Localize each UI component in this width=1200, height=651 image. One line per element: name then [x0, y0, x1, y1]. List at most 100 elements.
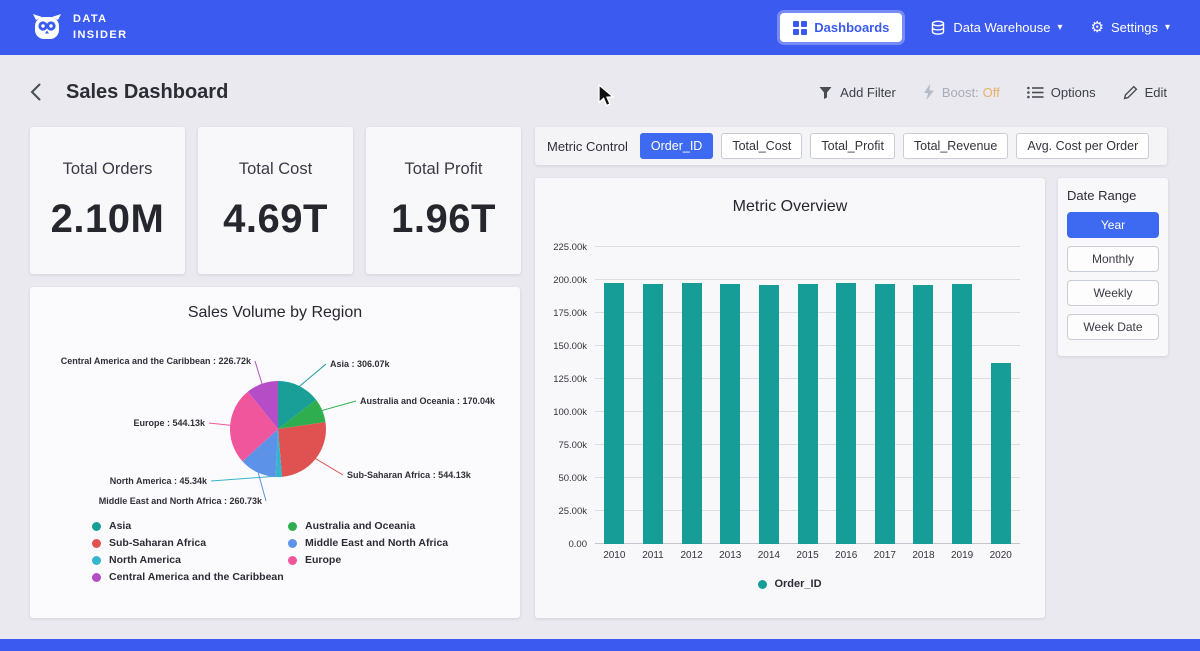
bar-slot [595, 247, 634, 544]
bar-chart-title: Metric Overview [535, 178, 1045, 216]
bar-slot [904, 247, 943, 544]
y-tick-label: 175.00k [537, 308, 587, 319]
boost-state: Off [983, 85, 1000, 100]
edit-button[interactable]: Edit [1123, 85, 1167, 100]
legend-dot [92, 556, 101, 565]
legend-dot [288, 522, 297, 531]
kpi-value: 2.10M [51, 197, 165, 242]
bar-chart-x-axis: 2010201120122013201420152016201720182019… [595, 550, 1020, 561]
kpi-card-total-profit: Total Profit 1.96T [366, 127, 521, 274]
legend-dot [288, 556, 297, 565]
metric-option-avg-cost-per-order[interactable]: Avg. Cost per Order [1016, 133, 1149, 159]
legend-dot [288, 539, 297, 548]
date-range-option-year[interactable]: Year [1067, 212, 1159, 238]
data-warehouse-label: Data Warehouse [953, 20, 1050, 35]
pie-legend-column: AsiaSub-Saharan AfricaNorth AmericaCentr… [92, 520, 288, 583]
pie-label-line [315, 458, 343, 475]
pie-chart-legend: AsiaSub-Saharan AfricaNorth AmericaCentr… [30, 520, 520, 583]
bar-2015[interactable] [798, 284, 818, 544]
date-range-option-week-date[interactable]: Week Date [1067, 314, 1159, 340]
options-button[interactable]: Options [1027, 85, 1096, 100]
legend-item-sub-saharan-africa: Sub-Saharan Africa [92, 537, 288, 549]
pie-slice-label: Australia and Oceania : 170.04k [360, 396, 496, 406]
bar-2013[interactable] [720, 284, 740, 544]
bar-2020[interactable] [991, 363, 1011, 544]
bar-slot [865, 247, 904, 544]
bar-2010[interactable] [604, 283, 624, 544]
gear-icon: ⚙ [1091, 20, 1104, 35]
bar-2011[interactable] [643, 284, 663, 544]
logo: DATA INSIDER [30, 12, 127, 44]
pie-slice-label: Europe : 544.13k [133, 418, 206, 428]
pie-label-line [209, 423, 231, 425]
legend-label: Asia [109, 520, 131, 532]
legend-item-australia-and-oceania: Australia and Oceania [288, 520, 448, 532]
metric-option-total-cost[interactable]: Total_Cost [721, 133, 802, 159]
bar-slot [788, 247, 827, 544]
kpi-card-total-cost: Total Cost 4.69T [198, 127, 353, 274]
dashboards-button[interactable]: Dashboards [780, 13, 902, 42]
legend-label: Central America and the Caribbean [109, 571, 284, 583]
top-navbar: DATA INSIDER Dashboards D [0, 0, 1200, 55]
legend-item-asia: Asia [92, 520, 288, 532]
x-tick-label: 2014 [750, 550, 789, 561]
settings-label: Settings [1111, 20, 1158, 35]
metric-option-total-profit[interactable]: Total_Profit [810, 133, 895, 159]
x-tick-label: 2018 [904, 550, 943, 561]
legend-label: Europe [305, 554, 341, 566]
x-tick-label: 2016 [827, 550, 866, 561]
bar-slot [943, 247, 982, 544]
metric-option-total-revenue[interactable]: Total_Revenue [903, 133, 1008, 159]
bar-2018[interactable] [913, 285, 933, 544]
bar-chart-plot: 0.0025.00k50.00k75.00k100.00k125.00k150.… [595, 247, 1020, 544]
lightning-icon [923, 84, 935, 100]
x-tick-label: 2015 [788, 550, 827, 561]
boost-toggle[interactable]: Boost: Off [923, 84, 1000, 100]
kpi-value: 4.69T [223, 197, 328, 242]
chevron-down-icon: ▾ [1058, 22, 1063, 33]
pie-label-line [255, 361, 262, 385]
date-range-option-monthly[interactable]: Monthly [1067, 246, 1159, 272]
metric-option-order-id[interactable]: Order_ID [640, 133, 713, 159]
bar-2012[interactable] [682, 283, 702, 544]
metric-options: Order_ID Total_Cost Total_Profit Total_Reve… [640, 133, 1149, 159]
bar-slot [750, 247, 789, 544]
y-tick-label: 75.00k [537, 440, 587, 451]
bar-2016[interactable] [836, 283, 856, 544]
chevron-down-icon: ▾ [1165, 22, 1170, 33]
pie-label-line [299, 364, 326, 387]
data-warehouse-menu[interactable]: Data Warehouse ▾ [930, 20, 1062, 36]
y-tick-label: 225.00k [537, 242, 587, 253]
legend-dot [92, 522, 101, 531]
pie-slice-label: Central America and the Caribbean : 226.… [61, 356, 252, 366]
grid-icon [793, 21, 807, 35]
kpi-label: Total Cost [239, 160, 312, 179]
y-tick-label: 100.00k [537, 407, 587, 418]
x-tick-label: 2011 [634, 550, 673, 561]
date-range-options: Year Monthly Weekly Week Date [1067, 212, 1159, 340]
legend-item-middle-east-and-north-africa: Middle East and North Africa [288, 537, 448, 549]
x-tick-label: 2012 [672, 550, 711, 561]
y-tick-label: 125.00k [537, 374, 587, 385]
funnel-icon [818, 85, 833, 100]
legend-label: Order_ID [774, 578, 821, 590]
pie-legend-column: Australia and Oceania Middle East and Nor… [288, 520, 448, 583]
date-range-option-weekly[interactable]: Weekly [1067, 280, 1159, 306]
pie-label-line [321, 401, 356, 411]
kpi-label: Total Profit [405, 160, 483, 179]
back-button[interactable] [30, 79, 56, 105]
add-filter-button[interactable]: Add Filter [818, 85, 896, 100]
logo-text: DATA INSIDER [73, 12, 127, 43]
database-icon [930, 20, 946, 36]
pie-chart-title: Sales Volume by Region [30, 287, 520, 322]
legend-label: Australia and Oceania [305, 520, 415, 532]
boost-label: Boost: [942, 85, 979, 100]
settings-menu[interactable]: ⚙ Settings ▾ [1091, 20, 1170, 35]
bar-2019[interactable] [952, 284, 972, 544]
legend-item-europe: Europe [288, 554, 448, 566]
x-tick-label: 2013 [711, 550, 750, 561]
bar-2014[interactable] [759, 285, 779, 545]
x-tick-label: 2017 [865, 550, 904, 561]
pie-slice-sub-saharan-africa[interactable] [278, 422, 326, 477]
bar-2017[interactable] [875, 284, 895, 544]
